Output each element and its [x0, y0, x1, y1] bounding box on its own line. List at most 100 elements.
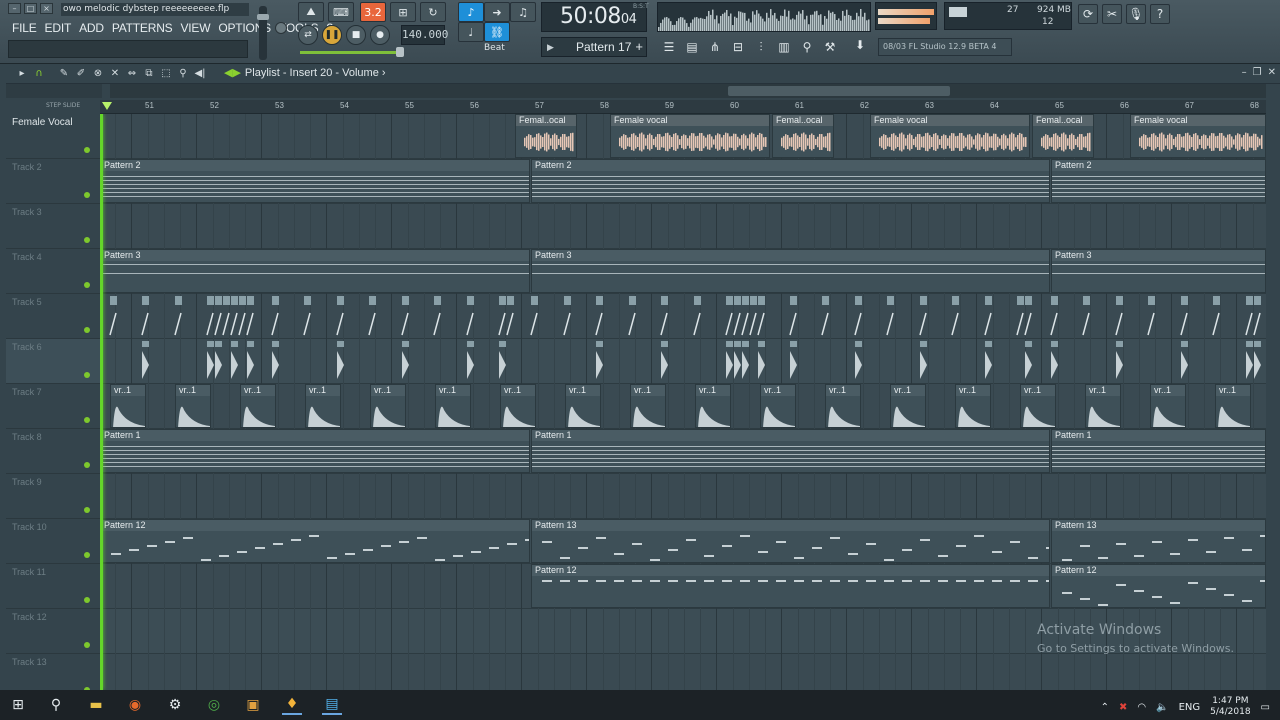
track-enable-led[interactable]: [84, 327, 90, 333]
pattern-clip[interactable]: vr..1: [110, 384, 146, 428]
slice-tool-icon[interactable]: ⧉: [143, 67, 155, 81]
track-header[interactable]: Track 3: [6, 204, 100, 249]
pattern-clip[interactable]: Pattern 12: [100, 519, 530, 563]
fl-studio-taskbar-icon[interactable]: ♦: [282, 695, 302, 715]
track-header[interactable]: Track 12: [6, 609, 100, 654]
pattern-clip[interactable]: Pattern 13: [531, 519, 1050, 563]
pattern-clip[interactable]: vr..1: [175, 384, 211, 428]
playlist-window-icon[interactable]: ☰: [660, 38, 678, 56]
tray-app-icon[interactable]: ✖: [1119, 702, 1127, 713]
magnet-icon[interactable]: ∩: [33, 67, 45, 81]
playlist-minimize-icon[interactable]: –: [1242, 67, 1247, 78]
track-enable-led[interactable]: [84, 597, 90, 603]
track-header[interactable]: Track 8: [6, 429, 100, 474]
pattern-clip[interactable]: vr..1: [1150, 384, 1186, 428]
track-header[interactable]: Track 10: [6, 519, 100, 564]
channel-rack-icon[interactable]: ⊟: [729, 38, 747, 56]
pattern-clip[interactable]: vr..1: [1215, 384, 1251, 428]
track-enable-led[interactable]: [84, 192, 90, 198]
step-edit-icon[interactable]: ⊞: [390, 2, 416, 22]
track-header[interactable]: Female Vocal: [6, 114, 100, 159]
audio-clip[interactable]: Female vocal: [1130, 114, 1266, 158]
horizontal-scrollbar[interactable]: [110, 84, 1266, 98]
clock[interactable]: 1:47 PM 5/4/2018: [1210, 696, 1250, 718]
menu-patterns[interactable]: PATTERNS: [108, 20, 177, 36]
piano-roll-icon[interactable]: ▤: [683, 38, 701, 56]
minimize-icon[interactable]: –: [8, 3, 21, 14]
notifications-icon[interactable]: ▭: [1261, 702, 1270, 713]
plugin-picker-icon[interactable]: ⚲: [798, 38, 816, 56]
pattern-selector[interactable]: ▶ Pattern 17 +: [541, 37, 647, 57]
pattern-clip[interactable]: vr..1: [1085, 384, 1121, 428]
pattern-clip[interactable]: vr..1: [760, 384, 796, 428]
record-button[interactable]: ●: [370, 25, 390, 45]
pattern-clip[interactable]: Pattern 1: [531, 429, 1050, 473]
typing-keyboard-icon[interactable]: ⌨: [328, 2, 354, 22]
audio-clip[interactable]: Femal..ocal: [515, 114, 577, 158]
playlist-close-icon[interactable]: ✕: [1268, 67, 1276, 78]
swing-slider[interactable]: [300, 47, 404, 57]
track-header[interactable]: Track 5: [6, 294, 100, 339]
pattern-clip[interactable]: Pattern 2: [531, 159, 1050, 203]
play-pause-button[interactable]: ❚❚: [322, 25, 342, 45]
playhead-marker[interactable]: [102, 102, 112, 110]
mute-tool-icon[interactable]: ✕: [109, 67, 121, 81]
pattern-clip[interactable]: vr..1: [435, 384, 471, 428]
wait-input-icon[interactable]: ➜: [484, 2, 510, 22]
pattern-clip[interactable]: vr..1: [955, 384, 991, 428]
song-mode-icon[interactable]: ⛰: [298, 2, 324, 22]
pattern-menu-icon[interactable]: ▶: [547, 38, 554, 56]
options-arrow-icon[interactable]: ▸: [16, 67, 28, 81]
pattern-clip[interactable]: Pattern 2: [100, 159, 530, 203]
chrome-icon[interactable]: ◎: [204, 695, 224, 715]
timeline-ruler[interactable]: 51 52 53 54 55 56 57 58 59 60 61 62 63 64 65 66 67 68: [100, 100, 1266, 114]
network-icon[interactable]: ◠: [1137, 702, 1146, 713]
track-enable-led[interactable]: [84, 642, 90, 648]
snap-selector[interactable]: Beat: [484, 43, 505, 53]
metronome-toggle[interactable]: ♪: [458, 2, 484, 22]
audio-clip[interactable]: Female vocal: [610, 114, 770, 158]
slip-tool-icon[interactable]: ⇔: [126, 67, 138, 81]
track-header[interactable]: Track 2: [6, 159, 100, 204]
audio-clip[interactable]: Femal..ocal: [772, 114, 834, 158]
pattern-clip[interactable]: Pattern 1: [100, 429, 530, 473]
project-info-icon[interactable]: ▥: [775, 38, 793, 56]
menu-view[interactable]: VIEW: [176, 20, 214, 36]
firefox-icon[interactable]: ◉: [125, 695, 145, 715]
menu-add[interactable]: ADD: [75, 20, 108, 36]
search-icon[interactable]: ⚲: [46, 695, 66, 715]
pattern-clip[interactable]: Pattern 1: [1051, 429, 1266, 473]
snap-icon[interactable]: ♩: [458, 22, 484, 42]
master-volume-slider[interactable]: [257, 6, 269, 60]
track-lane[interactable]: [100, 474, 1266, 519]
pattern-clip[interactable]: Pattern 12: [1051, 564, 1266, 608]
loop-record-icon[interactable]: ↻: [420, 2, 446, 22]
draw-tool-icon[interactable]: ✎: [58, 67, 70, 81]
track-lane[interactable]: [100, 204, 1266, 249]
pattern-clip[interactable]: Pattern 13: [1051, 519, 1266, 563]
close-icon[interactable]: ×: [40, 3, 53, 14]
track-enable-led[interactable]: [84, 282, 90, 288]
menu-edit[interactable]: EDIT: [41, 20, 76, 36]
tray-arrow-icon[interactable]: ⌃: [1101, 702, 1109, 713]
mixer-icon[interactable]: ⫶: [752, 38, 770, 56]
track-enable-led[interactable]: [84, 147, 90, 153]
pattern-clip[interactable]: Pattern 3: [1051, 249, 1266, 293]
cpu-memory-panel[interactable]: 27 924 MB 12: [944, 2, 1072, 30]
track-header[interactable]: Track 7: [6, 384, 100, 429]
paint-tool-icon[interactable]: ✐: [75, 67, 87, 81]
track-header[interactable]: Track 9: [6, 474, 100, 519]
track-lane[interactable]: [100, 654, 1266, 690]
pattern-clip[interactable]: vr..1: [305, 384, 341, 428]
pattern-clip[interactable]: vr..1: [825, 384, 861, 428]
touch-keyboard-icon[interactable]: ⚒: [821, 38, 839, 56]
playlist-grid[interactable]: Femal..ocal Female vocal Femal..ocal Female…: [100, 114, 1266, 690]
add-pattern-icon[interactable]: +: [635, 38, 643, 56]
pattern-clip[interactable]: Pattern 3: [531, 249, 1050, 293]
pattern-clip[interactable]: vr..1: [630, 384, 666, 428]
pattern-clip[interactable]: vr..1: [240, 384, 276, 428]
pattern-clip[interactable]: Pattern 12: [531, 564, 1050, 608]
pattern-clip[interactable]: vr..1: [1020, 384, 1056, 428]
windows-start-icon[interactable]: ⊞: [8, 695, 28, 715]
master-pitch-knob[interactable]: [275, 22, 287, 34]
